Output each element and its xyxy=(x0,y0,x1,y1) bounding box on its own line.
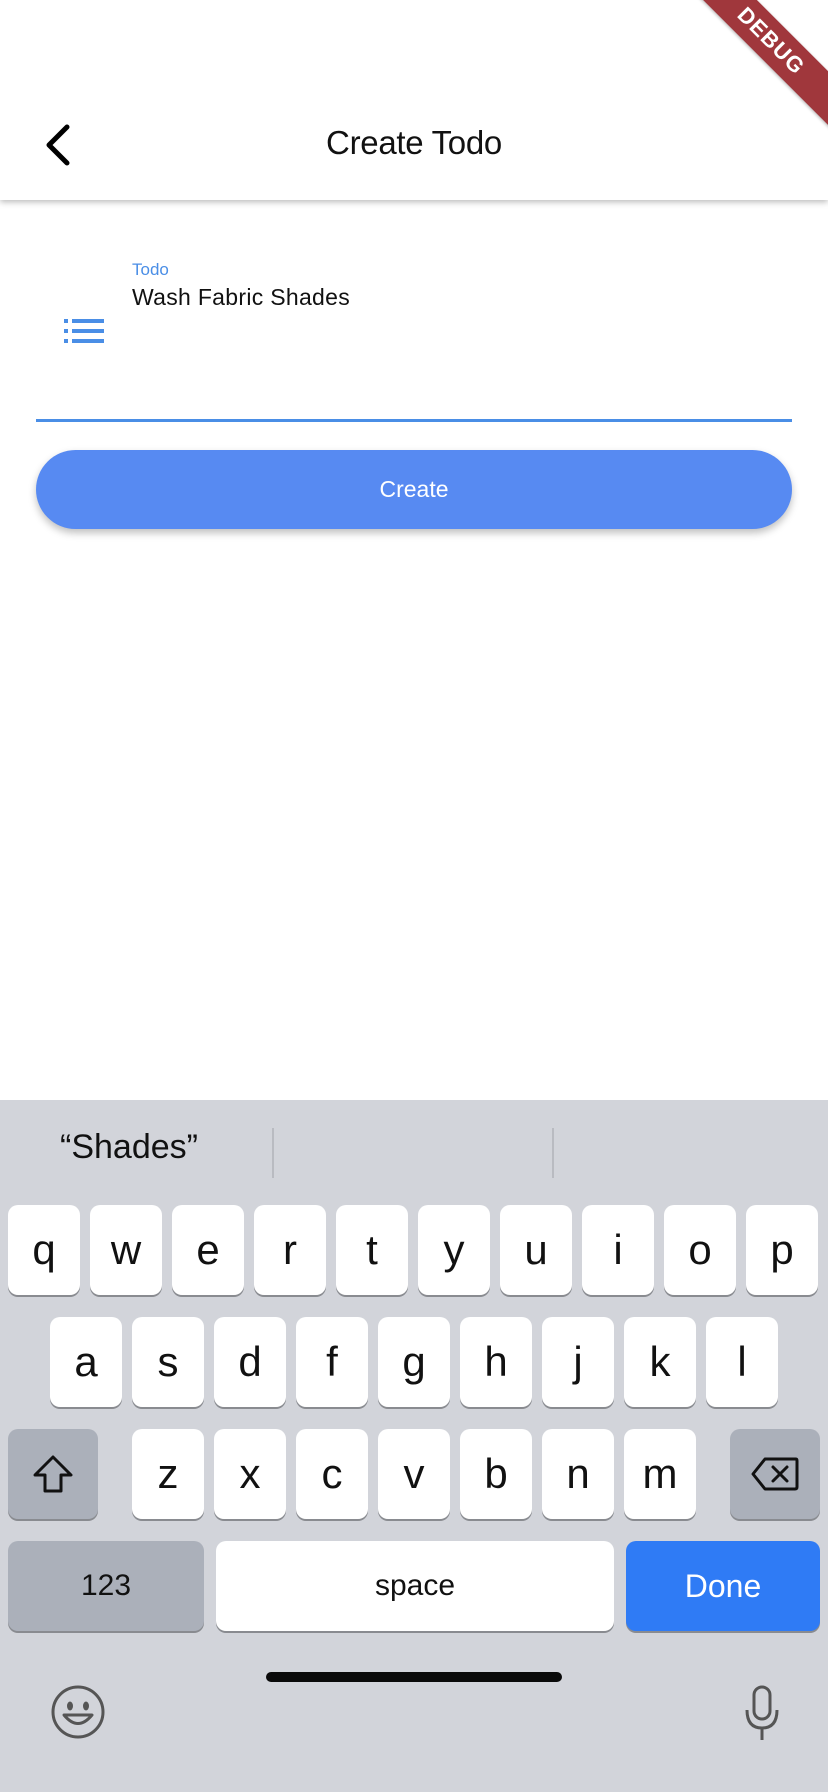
todo-input[interactable]: Todo Wash Fabric Shades xyxy=(36,250,792,422)
emoji-button[interactable] xyxy=(50,1684,106,1740)
key-n[interactable]: n xyxy=(542,1429,614,1519)
key-z[interactable]: z xyxy=(132,1429,204,1519)
key-u[interactable]: u xyxy=(500,1205,572,1295)
suggestion-bar: “Shades” xyxy=(0,1100,828,1200)
done-key[interactable]: Done xyxy=(626,1541,820,1631)
key-c[interactable]: c xyxy=(296,1429,368,1519)
key-i[interactable]: i xyxy=(582,1205,654,1295)
key-l[interactable]: l xyxy=(706,1317,778,1407)
delete-key[interactable] xyxy=(730,1429,820,1519)
key-k[interactable]: k xyxy=(624,1317,696,1407)
key-d[interactable]: d xyxy=(214,1317,286,1407)
suggestion-divider xyxy=(272,1128,274,1178)
key-m[interactable]: m xyxy=(624,1429,696,1519)
suggestion-divider xyxy=(552,1128,554,1178)
microphone-button[interactable] xyxy=(742,1684,782,1744)
suggestion-item[interactable]: “Shades” xyxy=(60,1128,198,1167)
key-o[interactable]: o xyxy=(664,1205,736,1295)
home-indicator xyxy=(266,1672,562,1682)
key-r[interactable]: r xyxy=(254,1205,326,1295)
app-bar: Create Todo xyxy=(0,0,828,200)
field-underline xyxy=(36,419,792,422)
list-icon xyxy=(64,319,104,343)
key-v[interactable]: v xyxy=(378,1429,450,1519)
numbers-key[interactable]: 123 xyxy=(8,1541,204,1631)
todo-field-label: Todo xyxy=(132,260,169,279)
create-button[interactable]: Create xyxy=(36,450,792,529)
key-h[interactable]: h xyxy=(460,1317,532,1407)
key-t[interactable]: t xyxy=(336,1205,408,1295)
microphone-icon xyxy=(745,1685,779,1740)
on-screen-keyboard: “Shades” q w e r t y u i o p a s d f g h… xyxy=(0,1100,828,1792)
key-w[interactable]: w xyxy=(90,1205,162,1295)
key-f[interactable]: f xyxy=(296,1317,368,1407)
shift-key[interactable] xyxy=(8,1429,98,1519)
page-title: Create Todo xyxy=(326,124,502,161)
key-s[interactable]: s xyxy=(132,1317,204,1407)
todo-field-value[interactable]: Wash Fabric Shades xyxy=(132,284,350,311)
key-a[interactable]: a xyxy=(50,1317,122,1407)
key-q[interactable]: q xyxy=(8,1205,80,1295)
shift-icon xyxy=(33,1455,73,1493)
key-j[interactable]: j xyxy=(542,1317,614,1407)
space-key[interactable]: space xyxy=(216,1541,614,1631)
key-b[interactable]: b xyxy=(460,1429,532,1519)
emoji-icon xyxy=(51,1685,105,1739)
key-p[interactable]: p xyxy=(746,1205,818,1295)
backspace-icon xyxy=(751,1457,799,1491)
key-y[interactable]: y xyxy=(418,1205,490,1295)
key-e[interactable]: e xyxy=(172,1205,244,1295)
key-g[interactable]: g xyxy=(378,1317,450,1407)
key-x[interactable]: x xyxy=(214,1429,286,1519)
